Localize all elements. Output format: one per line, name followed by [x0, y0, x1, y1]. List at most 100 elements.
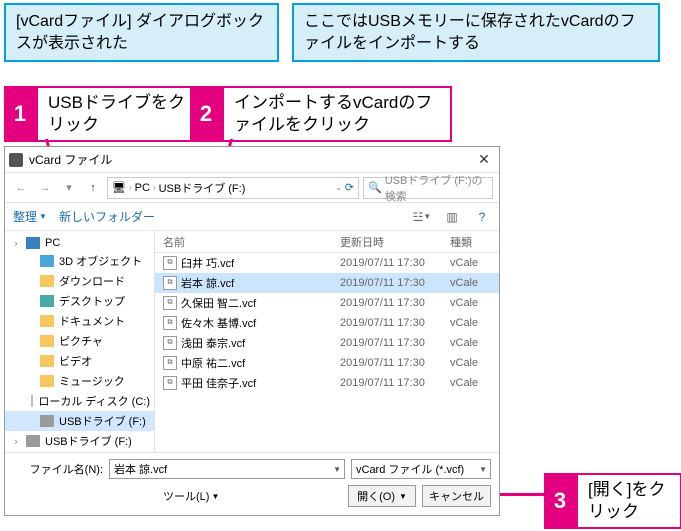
new-folder-button[interactable]: 新しいフォルダー	[59, 208, 155, 225]
file-date: 2019/07/11 17:30	[340, 337, 450, 349]
dialog-title: vCard ファイル	[29, 151, 473, 168]
file-type: vCale	[450, 297, 499, 309]
file-row[interactable]: ⧉中原 祐二.vcf2019/07/11 17:30vCale	[155, 353, 499, 373]
file-row[interactable]: ⧉臼井 巧.vcf2019/07/11 17:30vCale	[155, 253, 499, 273]
dialog-body: ›PC3D オブジェクトダウンロードデスクトップドキュメントピクチャビデオミュー…	[5, 231, 499, 452]
navtree-item-label: ローカル ディスク (C:)	[38, 393, 150, 409]
column-type[interactable]: 種類	[450, 234, 499, 250]
navtree-item-label: ビデオ	[59, 353, 92, 369]
callout-number: 3	[544, 473, 576, 529]
chevron-right-icon: ›	[153, 183, 156, 192]
navtree-item[interactable]: ダウンロード	[5, 271, 154, 291]
nav-forward-button[interactable]: →	[35, 178, 55, 198]
file-date: 2019/07/11 17:30	[340, 377, 450, 389]
vcard-file-icon: ⧉	[163, 356, 177, 370]
file-name: 久保田 智二.vcf	[181, 295, 256, 311]
doc-icon	[40, 315, 54, 327]
navtree-item-label: ピクチャ	[59, 333, 103, 349]
search-placeholder: USBドライブ (F:)の検索	[385, 172, 488, 204]
refresh-icon[interactable]: ⟳	[345, 181, 354, 194]
file-type: vCale	[450, 377, 499, 389]
file-date: 2019/07/11 17:30	[340, 317, 450, 329]
file-name: 中原 祐二.vcf	[181, 355, 245, 371]
vcard-file-icon: ⧉	[163, 376, 177, 390]
navtree-item[interactable]: ドキュメント	[5, 311, 154, 331]
navtree-item-label: USBドライブ (F:)	[45, 433, 132, 449]
navtree-item[interactable]: › USBドライブ (F:)	[5, 431, 154, 451]
vcard-file-icon: ⧉	[163, 316, 177, 330]
file-row[interactable]: ⧉岩本 諒.vcf2019/07/11 17:30vCale	[155, 273, 499, 293]
chevron-down-icon: ▼	[479, 465, 487, 474]
info-bubble-dialog-shown: [vCardファイル] ダイアログボックスが表示された	[4, 3, 279, 62]
cancel-button[interactable]: キャンセル	[422, 485, 491, 507]
preview-pane-button[interactable]: ▥	[443, 208, 461, 226]
open-button[interactable]: 開く(O)▼	[348, 485, 416, 507]
organize-menu[interactable]: 整理▼	[13, 208, 47, 225]
file-row[interactable]: ⧉ 久保田 智二.vcf 2019/07/11 17:30vCale	[155, 293, 499, 313]
callout-step-3: 3 [開く]をクリック	[544, 473, 681, 529]
toolbar: 整理▼ 新しいフォルダー ☳▼ ▥ ?	[5, 203, 499, 231]
file-name: 岩本 諒.vcf	[181, 275, 234, 291]
filename-input[interactable]: 岩本 諒.vcf ▼	[109, 459, 345, 479]
navtree-item-label: デスクトップ	[59, 293, 125, 309]
breadcrumb-usb[interactable]: USBドライブ (F:)	[159, 180, 246, 196]
callout-step-2: 2 インポートするvCardのファイルをクリック	[190, 86, 452, 142]
column-date[interactable]: 更新日時	[340, 234, 450, 250]
vcard-file-dialog: vCard ファイル ✕ ← → ▾ ↑ 🖥 › PC › USBドライブ (F…	[4, 146, 500, 516]
navtree-item[interactable]: デスクトップ	[5, 291, 154, 311]
callout-number: 2	[190, 86, 222, 142]
vid-icon	[40, 355, 54, 367]
filename-label: ファイル名(N):	[13, 461, 103, 477]
breadcrumb-dropdown-icon[interactable]: ⌄	[335, 183, 342, 192]
file-row[interactable]: ⧉ 平田 佳奈子.vcf 2019/07/11 17:30vCale	[155, 373, 499, 393]
file-list: 名前 更新日時 種類 ⧉臼井 巧.vcf2019/07/11 17:30vCal…	[155, 231, 499, 452]
navigation-tree: ›PC3D オブジェクトダウンロードデスクトップドキュメントピクチャビデオミュー…	[5, 231, 155, 452]
view-options-button[interactable]: ☳▼	[413, 208, 431, 226]
help-button[interactable]: ?	[473, 208, 491, 226]
column-name[interactable]: 名前	[155, 234, 340, 250]
close-button[interactable]: ✕	[473, 151, 495, 168]
nav-back-button[interactable]: ←	[11, 178, 31, 198]
navtree-item[interactable]: 3D オブジェクト	[5, 251, 154, 271]
file-date: 2019/07/11 17:30	[340, 297, 450, 309]
file-type: vCale	[450, 357, 499, 369]
navtree-item[interactable]: ビデオ	[5, 351, 154, 371]
expand-chevron-icon: ›	[11, 436, 21, 446]
navtree-item[interactable]: ピクチャ	[5, 331, 154, 351]
pic-icon	[40, 335, 54, 347]
navtree-item[interactable]: USBドライブ (F:)	[5, 411, 154, 431]
search-input[interactable]: 🔍 USBドライブ (F:)の検索	[363, 177, 493, 199]
search-icon: 🔍	[368, 181, 382, 194]
file-date: 2019/07/11 17:30	[340, 277, 450, 289]
tools-menu[interactable]: ツール(L)▼	[163, 488, 219, 504]
file-row[interactable]: ⧉佐々木 基博.vcf2019/07/11 17:30vCale	[155, 313, 499, 333]
file-type: vCale	[450, 317, 499, 329]
usb-icon	[26, 435, 40, 447]
breadcrumb-pc-icon: 🖥	[112, 181, 126, 194]
nav-recent-dropdown[interactable]: ▾	[59, 178, 79, 198]
expand-chevron-icon: ›	[11, 238, 21, 248]
breadcrumb-pc[interactable]: PC	[135, 182, 150, 194]
mus-icon	[40, 375, 54, 387]
file-row[interactable]: ⧉浅田 泰宗.vcf2019/07/11 17:30vCale	[155, 333, 499, 353]
navtree-item-label: USBドライブ (F:)	[59, 413, 146, 429]
navtree-item[interactable]: ›PC	[5, 235, 154, 251]
callout-number: 1	[4, 86, 36, 142]
navtree-item-label: ドキュメント	[59, 313, 125, 329]
file-type: vCale	[450, 337, 499, 349]
dl-icon	[40, 275, 54, 287]
column-headers: 名前 更新日時 種類	[155, 231, 499, 253]
breadcrumb-bar[interactable]: 🖥 › PC › USBドライブ (F:) ⌄ ⟳	[107, 177, 359, 199]
navtree-item[interactable]: ミュージック	[5, 371, 154, 391]
filetype-select[interactable]: vCard ファイル (*.vcf) ▼	[351, 459, 491, 479]
file-name: 平田 佳奈子.vcf	[181, 375, 256, 391]
filetype-value: vCard ファイル (*.vcf)	[356, 461, 464, 477]
filename-value: 岩本 諒.vcf	[114, 461, 167, 477]
file-type: vCale	[450, 277, 499, 289]
callout-text: インポートするvCardのファイルをクリック	[222, 86, 452, 142]
navtree-item[interactable]: ローカル ディスク (C:)	[5, 391, 154, 411]
vcard-file-icon: ⧉	[163, 296, 177, 310]
callout-step-1: 1 USBドライブをクリック	[4, 86, 206, 142]
chevron-down-icon: ▼	[333, 465, 341, 474]
nav-up-button[interactable]: ↑	[83, 178, 103, 198]
